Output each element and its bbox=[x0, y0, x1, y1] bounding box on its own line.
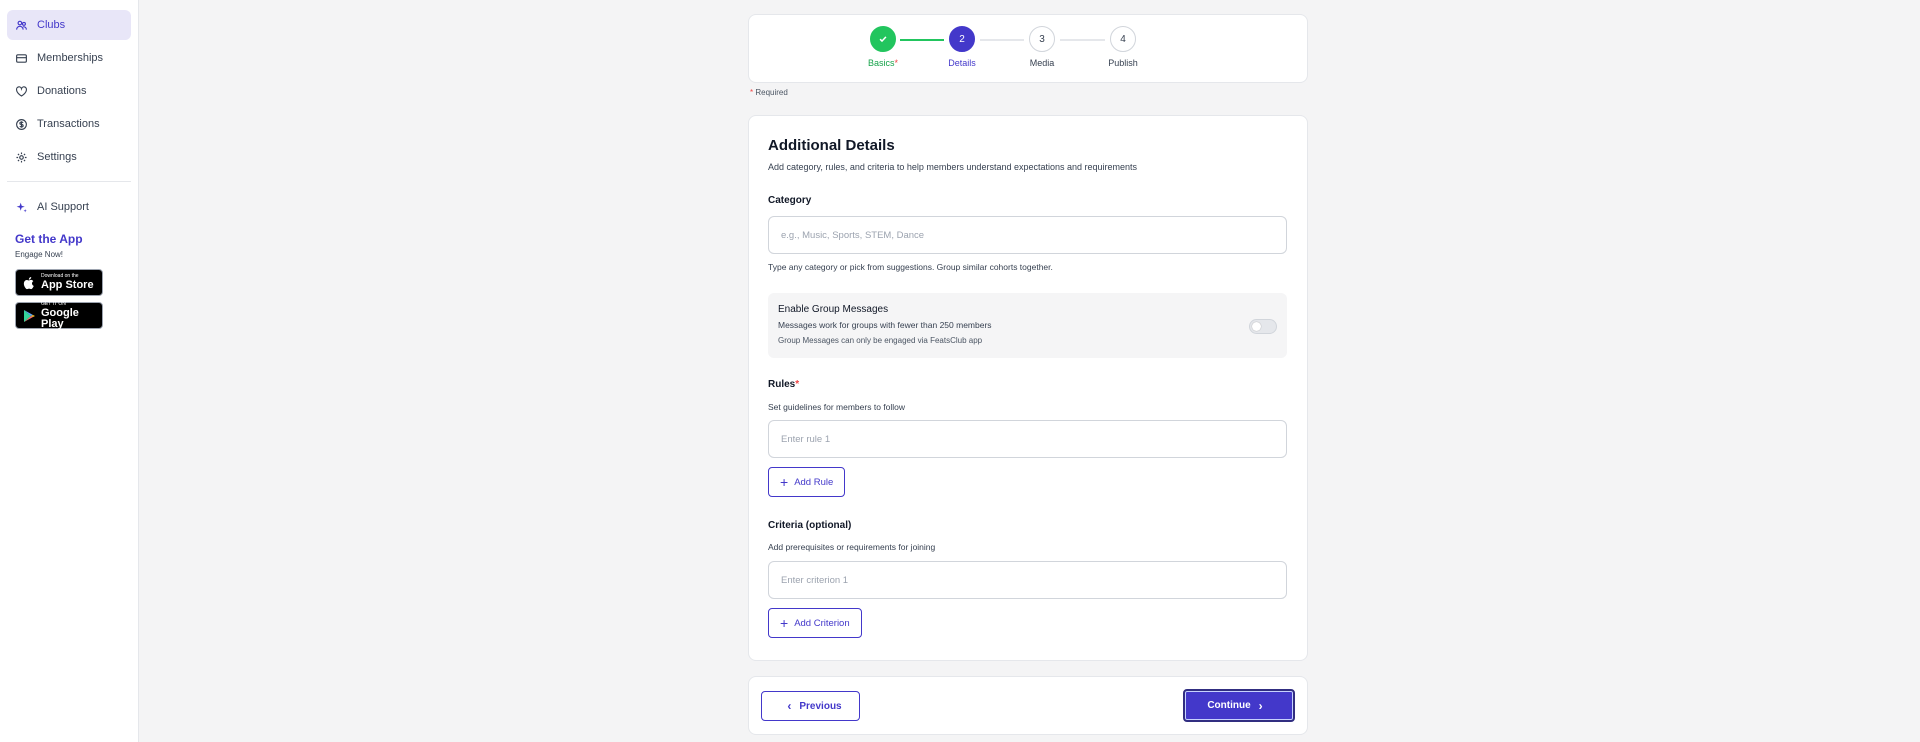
google-play-text: GET IT ON Google Play bbox=[41, 300, 97, 330]
chevron-right-icon: › bbox=[1258, 698, 1263, 713]
sidebar-divider bbox=[7, 181, 131, 182]
step-publish-label: Publish bbox=[1108, 58, 1138, 68]
sidebar-item-label: Settings bbox=[37, 151, 77, 163]
get-app-title: Get the App bbox=[15, 232, 83, 246]
rule-1-input[interactable] bbox=[768, 420, 1287, 458]
group-messages-description: Messages work for groups with fewer than… bbox=[778, 320, 992, 330]
get-app-subtitle: Engage Now! bbox=[15, 250, 64, 259]
step-basics-label-text: Basics bbox=[867, 58, 895, 68]
step-basics-label: Basics* bbox=[853, 58, 913, 68]
membership-card-icon bbox=[16, 53, 27, 63]
additional-details-card: Additional Details Add category, rules, … bbox=[748, 115, 1308, 661]
google-play-icon bbox=[24, 309, 35, 322]
step-details-label: Details bbox=[948, 58, 976, 68]
continue-button[interactable]: Continue › bbox=[1183, 689, 1295, 722]
plus-icon: + bbox=[780, 615, 789, 631]
google-play-big-text: Google Play bbox=[41, 306, 79, 330]
clubs-icon bbox=[16, 20, 27, 30]
required-note-text: Required bbox=[753, 88, 788, 97]
sidebar-item-ai-support[interactable]: AI Support bbox=[7, 192, 131, 222]
sidebar-item-label: Clubs bbox=[37, 19, 66, 31]
apple-icon bbox=[23, 276, 34, 289]
sidebar-item-label: Transactions bbox=[37, 118, 100, 130]
rules-label-text: Rules bbox=[768, 379, 796, 390]
sidebar-item-label: Donations bbox=[37, 85, 87, 97]
category-input[interactable] bbox=[768, 216, 1287, 254]
chevron-left-icon: ‹ bbox=[787, 699, 792, 713]
dollar-icon bbox=[16, 118, 27, 130]
check-icon bbox=[879, 36, 887, 43]
sparkle-icon bbox=[16, 202, 27, 212]
app-store-button[interactable]: Download on the App Store bbox=[15, 269, 103, 296]
ai-support-label: AI Support bbox=[37, 201, 89, 213]
previous-label: Previous bbox=[799, 700, 842, 712]
sidebar-item-memberships[interactable]: Memberships bbox=[7, 43, 131, 73]
app-store-big-text: App Store bbox=[41, 279, 94, 291]
category-label: Category bbox=[768, 195, 812, 206]
page-subtitle: Add category, rules, and criteria to hel… bbox=[768, 162, 1138, 172]
page-title: Additional Details bbox=[768, 137, 895, 154]
google-play-small-text: GET IT ON bbox=[41, 300, 66, 307]
add-rule-label: Add Rule bbox=[794, 476, 834, 488]
step-media-label: Media bbox=[1029, 58, 1055, 68]
step-basics[interactable]: Basics* bbox=[853, 26, 913, 68]
step-details[interactable]: 2 Details bbox=[932, 26, 992, 68]
rules-label: Rules* bbox=[768, 379, 799, 390]
sidebar-item-settings[interactable]: Settings bbox=[7, 142, 131, 172]
step-publish[interactable]: 4 Publish bbox=[1093, 26, 1153, 68]
step-media[interactable]: 3 Media bbox=[1012, 26, 1072, 68]
gear-icon bbox=[16, 151, 27, 163]
google-play-button[interactable]: GET IT ON Google Play bbox=[15, 300, 103, 330]
plus-icon: + bbox=[780, 474, 789, 490]
step-basics-circle bbox=[870, 26, 896, 52]
step-publish-circle: 4 bbox=[1110, 26, 1136, 52]
sidebar-item-donations[interactable]: Donations bbox=[7, 76, 131, 106]
group-messages-toggle[interactable] bbox=[1249, 319, 1277, 334]
continue-label: Continue bbox=[1207, 700, 1251, 711]
group-messages-note: Group Messages can only be engaged via F… bbox=[778, 336, 983, 345]
group-messages-title: Enable Group Messages bbox=[778, 304, 889, 315]
required-mark: * bbox=[894, 58, 899, 68]
step-media-circle: 3 bbox=[1029, 26, 1055, 52]
criterion-1-input[interactable] bbox=[768, 561, 1287, 599]
group-messages-panel: Enable Group Messages Messages work for … bbox=[768, 293, 1287, 358]
category-helper: Type any category or pick from suggestio… bbox=[768, 262, 1053, 272]
criteria-label: Criteria (optional) bbox=[768, 520, 852, 531]
add-criterion-label: Add Criterion bbox=[794, 617, 850, 629]
app-store-text: Download on the App Store bbox=[41, 274, 94, 291]
sidebar-item-transactions[interactable]: Transactions bbox=[7, 109, 131, 139]
add-criterion-button[interactable]: + Add Criterion bbox=[768, 608, 862, 638]
criteria-helper: Add prerequisites or requirements for jo… bbox=[768, 542, 936, 552]
form-navigation: ‹ Previous Continue › bbox=[748, 676, 1308, 735]
stepper: Basics* 2 Details 3 Media 4 Publish bbox=[748, 14, 1308, 83]
sidebar-item-clubs[interactable]: Clubs bbox=[7, 10, 131, 40]
previous-button[interactable]: ‹ Previous bbox=[761, 691, 860, 721]
required-note: * Required bbox=[750, 88, 788, 97]
step-details-circle: 2 bbox=[949, 26, 975, 52]
sidebar: Clubs Memberships Donations Transactions… bbox=[0, 0, 139, 742]
page-scrollbar[interactable] bbox=[1912, 0, 1920, 742]
toggle-knob bbox=[1252, 322, 1261, 331]
add-rule-button[interactable]: + Add Rule bbox=[768, 467, 846, 497]
heart-icon bbox=[16, 85, 27, 97]
sidebar-item-label: Memberships bbox=[37, 52, 104, 64]
rules-helper: Set guidelines for members to follow bbox=[768, 402, 906, 412]
rules-required-mark: * bbox=[795, 379, 800, 390]
